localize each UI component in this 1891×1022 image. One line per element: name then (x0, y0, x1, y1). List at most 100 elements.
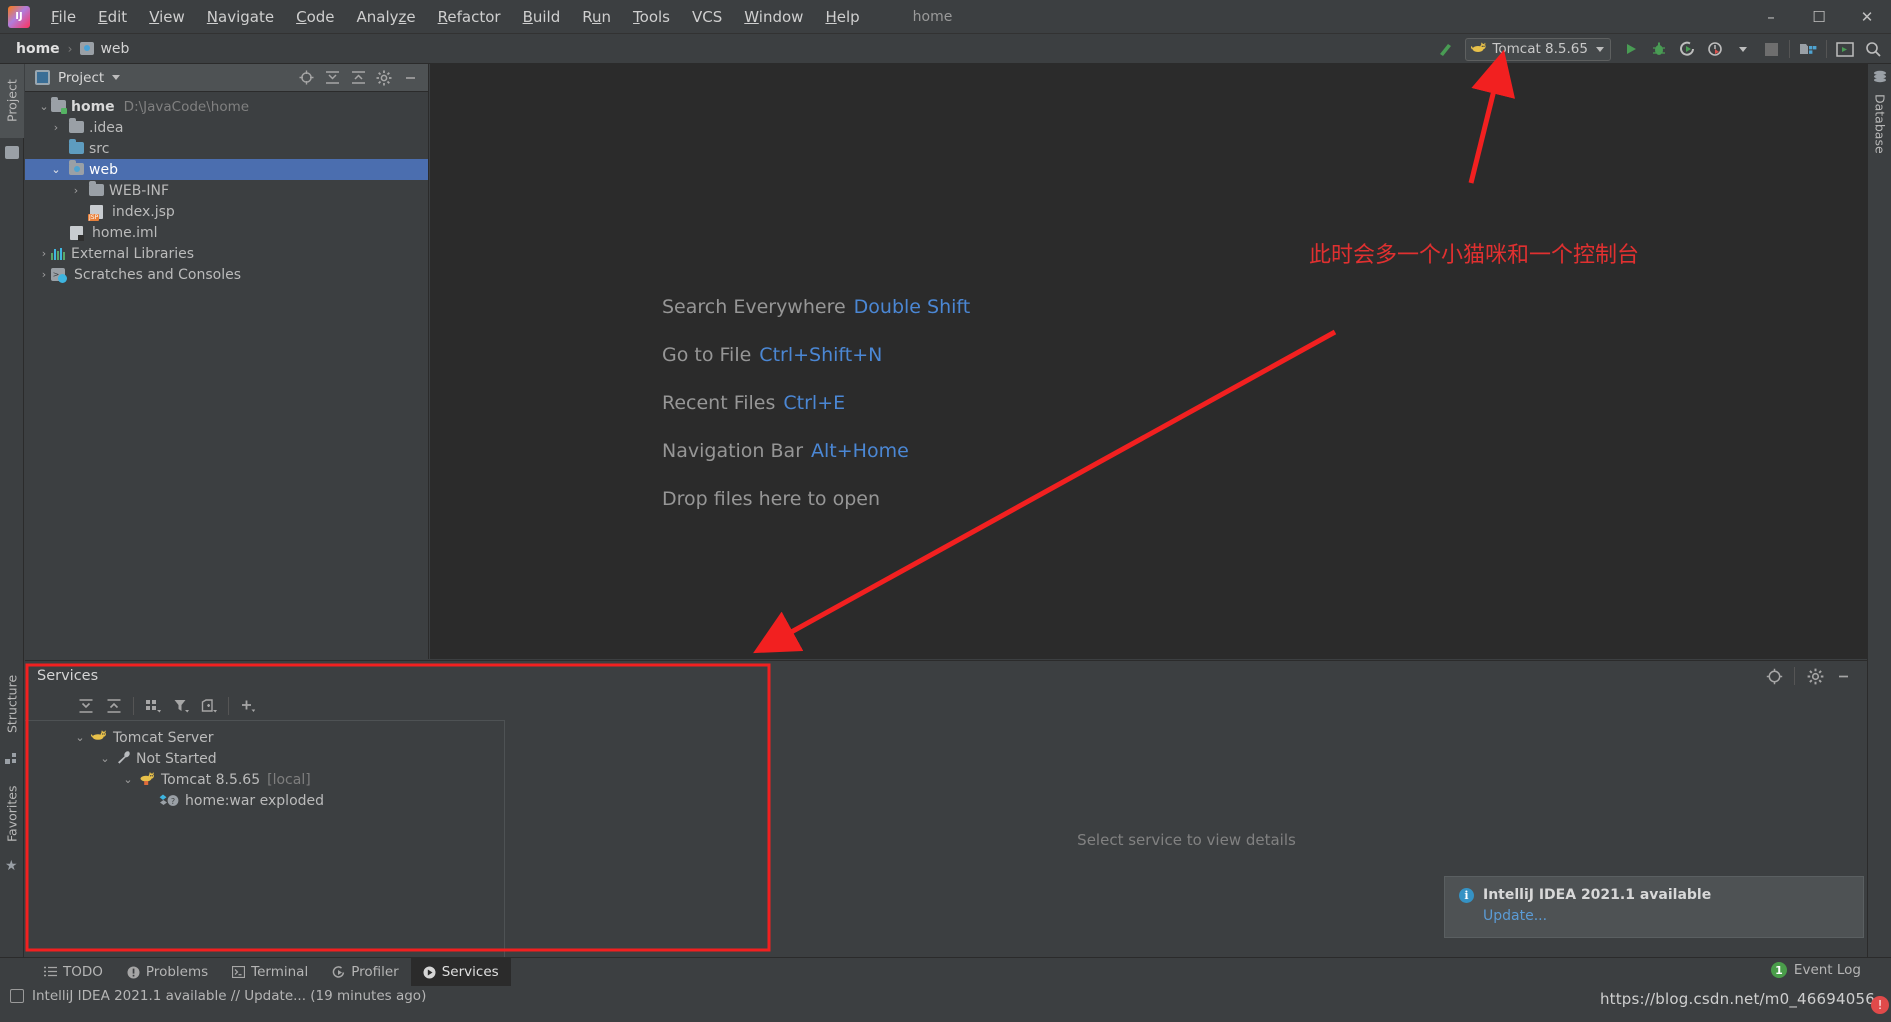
menu-item-navigate[interactable]: Navigate (196, 4, 285, 30)
settings-gear-icon[interactable] (372, 67, 396, 89)
sidebar-item-favorites[interactable]: Favorites (0, 774, 24, 854)
event-log-button[interactable]: 1 Event Log (1771, 962, 1861, 978)
chevron-down-icon[interactable]: ⌄ (121, 773, 135, 786)
chevron-down-icon[interactable]: ⌄ (73, 731, 87, 744)
tree-item-index-jsp[interactable]: index.jsp (25, 201, 428, 222)
breadcrumb-root[interactable]: home (16, 41, 60, 57)
tree-item-idea[interactable]: › .idea (25, 117, 428, 138)
tree-item-label: home (71, 99, 115, 115)
menu-item-tools[interactable]: Tools (622, 4, 681, 30)
chevron-right-icon[interactable]: › (49, 121, 63, 134)
locate-target-icon[interactable] (294, 67, 318, 89)
profiler-run-icon[interactable] (1701, 36, 1729, 62)
chevron-down-icon[interactable]: ⌄ (49, 163, 63, 176)
build-hammer-icon[interactable] (1431, 36, 1459, 62)
chevron-down-icon[interactable] (1596, 47, 1604, 52)
chevron-right-icon[interactable]: › (69, 184, 83, 197)
minimize-button[interactable]: – (1747, 0, 1795, 34)
watermark-url: https://blog.csdn.net/m0_46694056 (1600, 990, 1875, 1008)
maximize-button[interactable]: ☐ (1795, 0, 1843, 34)
chevron-down-icon[interactable]: ⌄ (37, 100, 51, 113)
add-service-icon[interactable] (235, 694, 261, 718)
hide-panel-icon[interactable] (1831, 665, 1855, 687)
sidebar-item-database[interactable]: Database (1868, 84, 1891, 164)
tree-item-label: index.jsp (112, 204, 175, 220)
hint-shortcut: Double Shift (854, 296, 971, 318)
run-configuration-selector[interactable]: Tomcat 8.5.65 (1465, 38, 1611, 61)
services-item-not-started[interactable]: ⌄ Not Started (25, 748, 504, 769)
chevron-down-icon[interactable] (1729, 36, 1757, 62)
menu-item-view[interactable]: View (138, 4, 196, 30)
chevron-right-icon[interactable]: › (37, 247, 51, 260)
chevron-right-icon[interactable]: › (37, 268, 51, 281)
services-toolbar (25, 691, 505, 721)
project-structure-icon[interactable] (1794, 36, 1822, 62)
tree-item-home-iml[interactable]: home.iml (25, 222, 428, 243)
notification-balloon[interactable]: i IntelliJ IDEA 2021.1 available Update.… (1444, 876, 1864, 938)
sidebar-item-structure[interactable]: Structure (0, 664, 24, 744)
settings-gear-icon[interactable] (1803, 665, 1827, 687)
services-item-artifact[interactable]: ? home:war exploded (25, 790, 504, 811)
filter-icon[interactable] (168, 694, 194, 718)
tree-item-web-inf[interactable]: › WEB-INF (25, 180, 428, 201)
menu-item-help[interactable]: Help (814, 4, 870, 30)
expand-all-icon[interactable] (320, 67, 344, 89)
tree-item-external-libraries[interactable]: › External Libraries (25, 243, 428, 264)
menu-item-code[interactable]: Code (285, 4, 345, 30)
run-with-coverage-icon[interactable] (1673, 36, 1701, 62)
tab-profiler[interactable]: Profiler (320, 958, 411, 987)
stop-icon[interactable] (1757, 36, 1785, 62)
notification-update-link[interactable]: Update... (1483, 908, 1863, 924)
chevron-down-icon[interactable] (112, 75, 120, 80)
status-message-area[interactable]: IntelliJ IDEA 2021.1 available // Update… (10, 988, 426, 1004)
menu-item-refactor[interactable]: Refactor (427, 4, 512, 30)
tree-item-home[interactable]: ⌄ home D:\JavaCode\home (25, 96, 428, 117)
hint-search-everywhere: Search EverywhereDouble Shift (662, 296, 970, 318)
menu-item-build[interactable]: Build (512, 4, 572, 30)
folder-icon (69, 121, 85, 135)
hide-panel-icon[interactable] (398, 67, 422, 89)
services-item-tomcat-local[interactable]: ⌄ Tomcat 8.5.65 [local] (25, 769, 504, 790)
project-tree[interactable]: ⌄ home D:\JavaCode\home › .idea (25, 92, 428, 285)
sidebar-item-project[interactable]: Project (0, 64, 24, 138)
breadcrumb[interactable]: home › web (0, 41, 129, 57)
tab-terminal[interactable]: Terminal (220, 958, 320, 987)
collapse-all-icon[interactable] (101, 694, 127, 718)
locate-target-icon[interactable] (1762, 665, 1786, 687)
search-icon[interactable] (1859, 36, 1887, 62)
close-button[interactable]: ✕ (1843, 0, 1891, 34)
artifact-icon: ? (159, 793, 179, 808)
editor-empty-area[interactable]: Search EverywhereDouble Shift Go to File… (430, 64, 1867, 659)
collapse-all-icon[interactable] (346, 67, 370, 89)
window-controls[interactable]: – ☐ ✕ (1747, 0, 1891, 34)
menu-item-window[interactable]: Window (733, 4, 814, 30)
toolbar-divider-2 (1826, 40, 1827, 58)
project-panel-header: Project (25, 64, 428, 92)
run-icon[interactable] (1617, 36, 1645, 62)
chevron-down-icon[interactable]: ⌄ (98, 752, 112, 765)
tab-services[interactable]: Services (411, 958, 511, 987)
group-by-icon[interactable] (140, 694, 166, 718)
menu-item-run[interactable]: Run (571, 4, 622, 30)
menu-item-vcs[interactable]: VCS (681, 4, 733, 30)
menu-item-analyze[interactable]: Analyze (346, 4, 427, 30)
services-item-tomcat-server[interactable]: ⌄ Tomcat Server (25, 727, 504, 748)
services-tree[interactable]: ⌄ Tomcat Server (25, 721, 504, 811)
menu-item-file[interactable]: File (40, 4, 87, 30)
expand-all-icon[interactable] (73, 694, 99, 718)
debug-icon[interactable] (1645, 36, 1673, 62)
tree-item-src[interactable]: src (25, 138, 428, 159)
terminal-window-icon[interactable] (1831, 36, 1859, 62)
add-tab-icon[interactable] (196, 694, 222, 718)
breadcrumb-leaf[interactable]: web (100, 41, 129, 57)
folder-icon (5, 146, 19, 159)
menu-item-edit[interactable]: Edit (87, 4, 138, 30)
menu-bar[interactable]: File Edit View Navigate Code Analyze Ref… (40, 4, 871, 30)
tree-item-scratches[interactable]: › >_ Scratches and Consoles (25, 264, 428, 285)
tab-problems[interactable]: Problems (115, 958, 220, 987)
services-item-suffix: [local] (267, 772, 311, 788)
tab-todo[interactable]: TODO (32, 958, 115, 987)
profiler-icon (332, 966, 345, 979)
tree-item-web[interactable]: ⌄ web (25, 159, 428, 180)
star-icon: ★ (5, 860, 19, 873)
